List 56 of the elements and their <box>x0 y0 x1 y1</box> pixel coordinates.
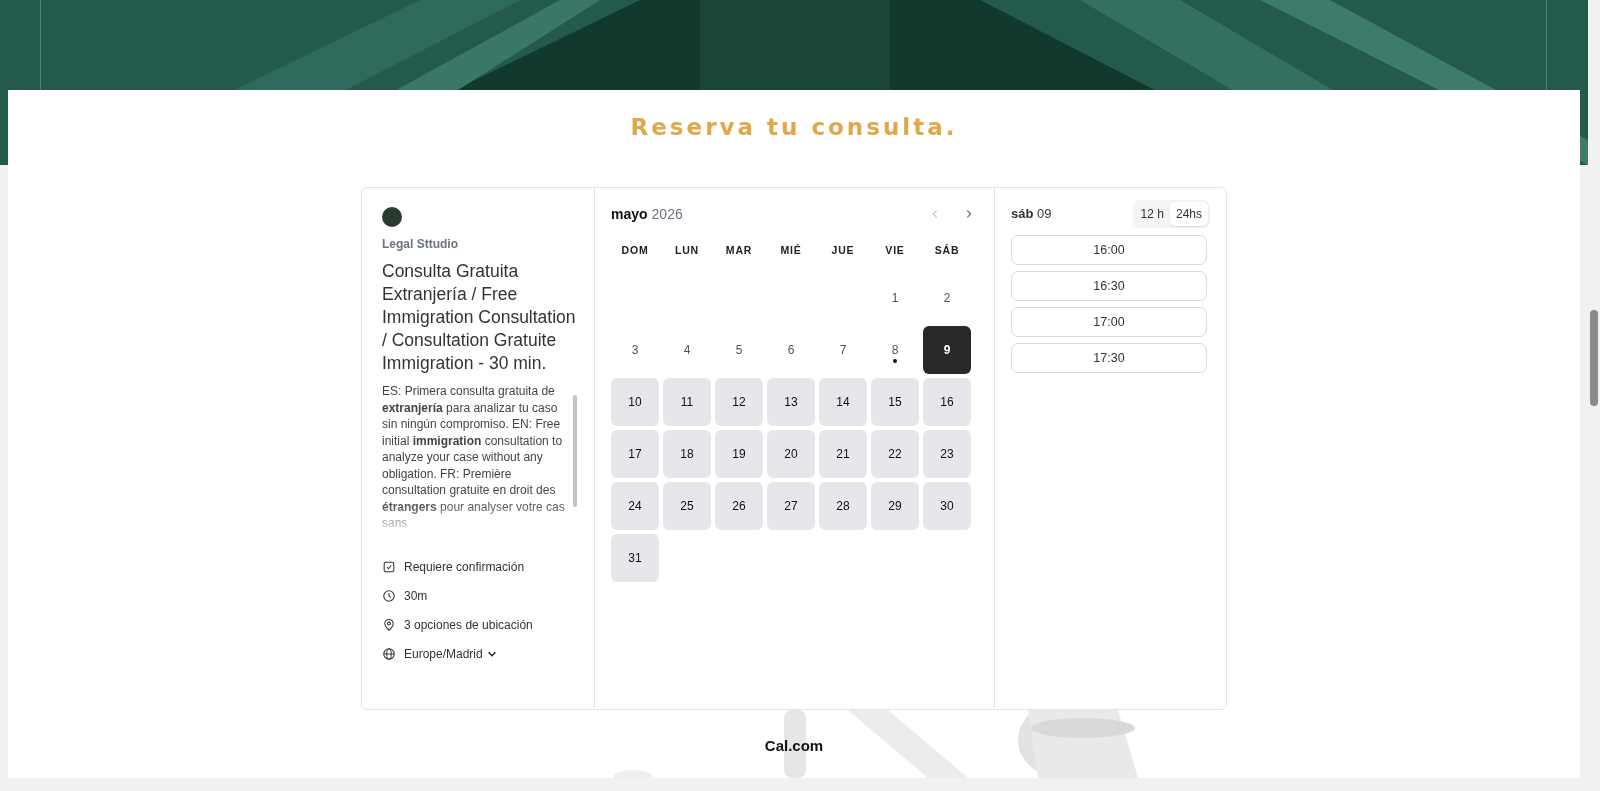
time-slot-button[interactable]: 16:00 <box>1011 235 1207 265</box>
weekday-label: MAR <box>724 243 754 258</box>
calendar-day: 7 <box>819 326 867 374</box>
calendar-day[interactable]: 22 <box>871 430 919 478</box>
calendar-day: 1 <box>871 274 919 322</box>
calendar-day[interactable]: 13 <box>767 378 815 426</box>
calendar-day: 3 <box>611 326 659 374</box>
calendar-day[interactable]: 18 <box>663 430 711 478</box>
calendar-day: 2 <box>923 274 971 322</box>
page-heading: Reserva tu consulta. <box>629 113 959 142</box>
detail-text: Requiere confirmación <box>404 558 525 576</box>
calendar-day[interactable]: 12 <box>715 378 763 426</box>
calendar-day[interactable]: 14 <box>819 378 867 426</box>
weekday-label: JUE <box>830 243 856 258</box>
time-format-option[interactable]: 24hs <box>1169 202 1208 226</box>
weekday-label: MIÉ <box>779 243 803 258</box>
calendar-day[interactable]: 25 <box>663 482 711 530</box>
detail-text: 30m <box>404 587 428 605</box>
calendar-day[interactable]: 24 <box>611 482 659 530</box>
calendar-day[interactable]: 29 <box>871 482 919 530</box>
month-label: mayo <box>611 206 648 222</box>
brand-logo[interactable]: Cal.com <box>8 710 1580 758</box>
selected-date: sáb 09 <box>1011 205 1052 224</box>
calendar-day[interactable]: 26 <box>715 482 763 530</box>
calendar-day[interactable]: 19 <box>715 430 763 478</box>
weekday-label: LUN <box>674 243 700 258</box>
calendar-day[interactable]: 9 <box>923 326 971 374</box>
time-slot-button[interactable]: 17:00 <box>1011 307 1207 337</box>
year-label: 2026 <box>651 206 683 222</box>
calendar-day[interactable]: 27 <box>767 482 815 530</box>
time-slot-button[interactable]: 16:30 <box>1011 271 1207 301</box>
calendar-day: 6 <box>767 326 815 374</box>
calendar-day[interactable]: 17 <box>611 430 659 478</box>
calendar-day[interactable]: 20 <box>767 430 815 478</box>
calendar-day[interactable]: 16 <box>923 378 971 426</box>
calendar-day[interactable]: 30 <box>923 482 971 530</box>
calendar-day[interactable]: 11 <box>663 378 711 426</box>
detail-text: 3 opciones de ubicación <box>404 616 533 634</box>
event-description: ES: Primera consulta gratuita de extranjería para analizar tu caso sin ningún compromiso. EN: Free initial immigration consultation to analyze your case without any obligation. FR: Première consultation gratuite en droit des étrangers pour analyser votre cas sans <box>382 383 566 531</box>
weekday-label: DOM <box>620 243 650 258</box>
event-title: Consulta Gratuita Extranjería / Free Immigration Consultation / Consultation Gratuite Immigration - 30 min. <box>382 260 577 375</box>
calendar-day[interactable]: 23 <box>923 430 971 478</box>
calendar-day[interactable]: 10 <box>611 378 659 426</box>
time-format-option[interactable]: 12 h <box>1134 202 1170 226</box>
timezone-dropdown[interactable]: Europe/Madrid <box>404 644 497 663</box>
calendar-day: 4 <box>663 326 711 374</box>
organizer-name: Legal Sttudio <box>382 236 459 253</box>
time-slot-button[interactable]: 17:30 <box>1011 343 1207 373</box>
calendar-day[interactable]: 15 <box>871 378 919 426</box>
calendar-day[interactable]: 21 <box>819 430 867 478</box>
calendar-day[interactable]: 31 <box>611 534 659 582</box>
weekday-label: SÁB <box>933 243 961 258</box>
calendar-day: 8 <box>871 326 919 374</box>
calendar-day: 5 <box>715 326 763 374</box>
calendar-day[interactable]: 28 <box>819 482 867 530</box>
weekday-label: VIE <box>884 243 906 258</box>
